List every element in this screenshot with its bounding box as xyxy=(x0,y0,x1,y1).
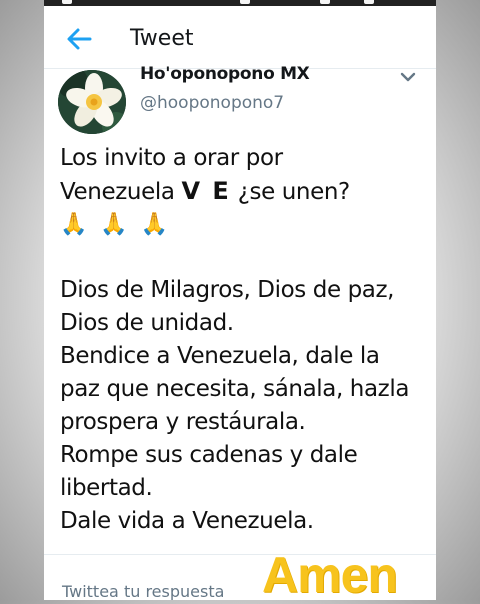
flag-letters: V E xyxy=(181,177,231,205)
plumeria-flower-icon xyxy=(58,70,126,134)
tweet-body: Los invito a orar por Venezuela V E ¿se … xyxy=(60,142,430,538)
tweet-line: Dale vida a Venezuela. xyxy=(60,508,314,534)
tweet-text-venezuela: Venezuela xyxy=(60,179,175,205)
praying-emoji-row: 🙏 🙏 🙏 xyxy=(60,212,172,237)
tweet-line: Rompe sus cadenas y dale xyxy=(60,442,358,468)
back-button[interactable] xyxy=(64,26,94,52)
status-icon xyxy=(240,0,250,4)
tweet-line: Venezuela V E ¿se unen? xyxy=(60,175,430,208)
display-name-text: Ho'oponopono MX xyxy=(140,64,310,84)
tweet-screen: Tweet Ho'oponopono MX @hooponopono7 Los … xyxy=(44,6,436,600)
reply-input[interactable]: Twittea tu respuesta xyxy=(62,582,224,600)
tweet-line: libertad. xyxy=(60,475,153,501)
chevron-down-icon xyxy=(400,72,416,82)
user-handle[interactable]: @hooponopono7 xyxy=(140,93,284,113)
tweet-line: Dios de Milagros, Dios de paz, xyxy=(60,277,395,303)
tweet-line: prospera y restáurala. xyxy=(60,409,306,435)
tweet-line: Los invito a orar por xyxy=(60,145,283,171)
tweet-text-question: ¿se unen? xyxy=(237,179,351,205)
app-header: Tweet xyxy=(44,6,436,69)
tweet-line: Dios de unidad. xyxy=(60,310,234,336)
status-icon xyxy=(62,0,72,4)
status-icon xyxy=(320,0,330,4)
page-title: Tweet xyxy=(130,26,194,51)
tweet-line: Bendice a Venezuela, dale la xyxy=(60,343,380,369)
avatar[interactable] xyxy=(58,70,126,134)
display-name[interactable]: Ho'oponopono MX xyxy=(140,64,310,84)
amen-caption: Amen xyxy=(262,547,398,603)
tweet-options-button[interactable] xyxy=(400,68,416,82)
tweet-line: paz que necesita, sánala, hazla xyxy=(60,376,410,402)
back-arrow-icon xyxy=(67,28,92,50)
status-icon xyxy=(364,0,374,4)
